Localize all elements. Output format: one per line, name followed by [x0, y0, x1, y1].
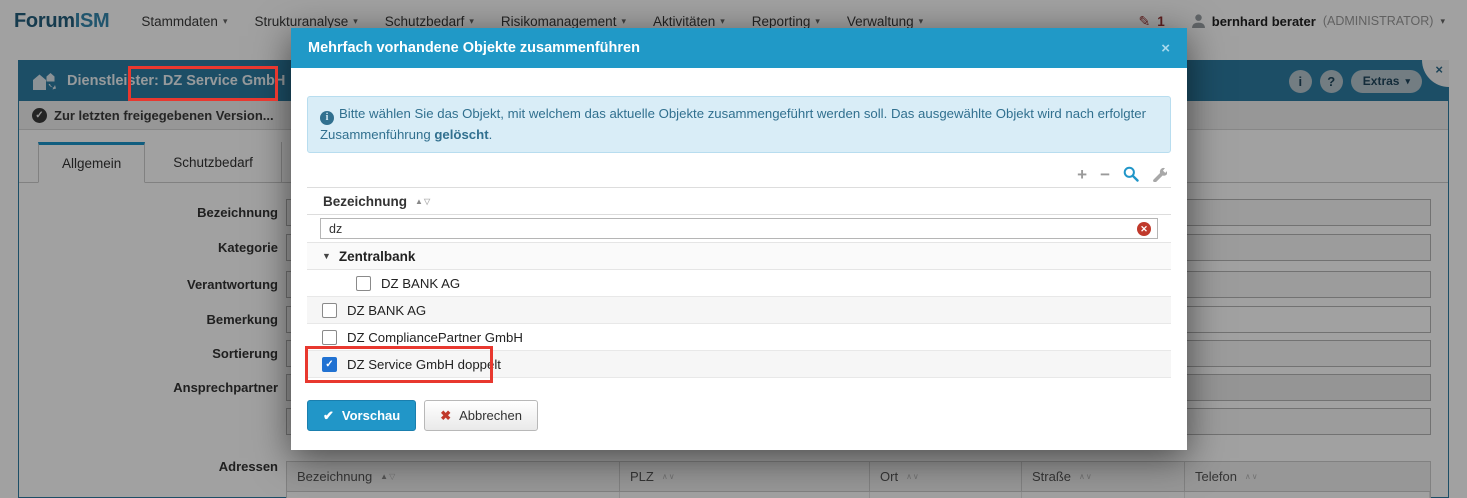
checkbox-unchecked[interactable]: [356, 276, 371, 291]
abbrechen-button[interactable]: ✖ Abbrechen: [424, 400, 538, 431]
collapse-triangle-icon: ▼: [322, 251, 331, 261]
clear-search-icon[interactable]: ✕: [1137, 222, 1151, 236]
group-row-zentralbank[interactable]: ▼ Zentralbank: [307, 243, 1171, 270]
list-item[interactable]: DZ CompliancePartner GmbH: [307, 324, 1171, 351]
remove-icon[interactable]: −: [1100, 166, 1110, 183]
dialog-footer: ✔ Vorschau ✖ Abbrechen: [307, 400, 538, 431]
dialog-header: Mehrfach vorhandene Objekte zusammenführ…: [291, 28, 1187, 68]
check-icon: ✔: [323, 408, 334, 424]
info-icon: i: [320, 111, 334, 125]
merge-objects-dialog: Mehrfach vorhandene Objekte zusammenführ…: [291, 28, 1187, 450]
list-item[interactable]: DZ BANK AG: [307, 297, 1171, 324]
list-toolbar: + −: [307, 161, 1171, 187]
info-alert: iBitte wählen Sie das Objekt, mit welche…: [307, 96, 1171, 153]
list-item-selected[interactable]: ✓ DZ Service GmbH doppelt: [307, 351, 1171, 378]
x-icon: ✖: [440, 408, 451, 424]
search-input[interactable]: [320, 218, 1158, 239]
search-icon[interactable]: [1123, 166, 1139, 182]
list-column-bezeichnung[interactable]: Bezeichnung ▲▽: [307, 188, 1171, 215]
sort-icon: ▲▽: [415, 197, 431, 206]
dialog-close-button[interactable]: ×: [1161, 40, 1170, 57]
wrench-icon[interactable]: [1152, 167, 1167, 182]
list-search-row: ✕: [307, 215, 1171, 243]
vorschau-button[interactable]: ✔ Vorschau: [307, 400, 416, 431]
dialog-title: Mehrfach vorhandene Objekte zusammenführ…: [308, 40, 640, 56]
checkbox-unchecked[interactable]: [322, 303, 337, 318]
merge-candidates-list: Bezeichnung ▲▽ ✕ ▼ Zentralbank DZ BANK A…: [307, 187, 1171, 378]
checkbox-unchecked[interactable]: [322, 330, 337, 345]
checkbox-checked[interactable]: ✓: [322, 357, 337, 372]
dialog-body: iBitte wählen Sie das Objekt, mit welche…: [291, 68, 1187, 450]
add-icon[interactable]: +: [1077, 166, 1087, 183]
list-item[interactable]: DZ BANK AG: [307, 270, 1171, 297]
